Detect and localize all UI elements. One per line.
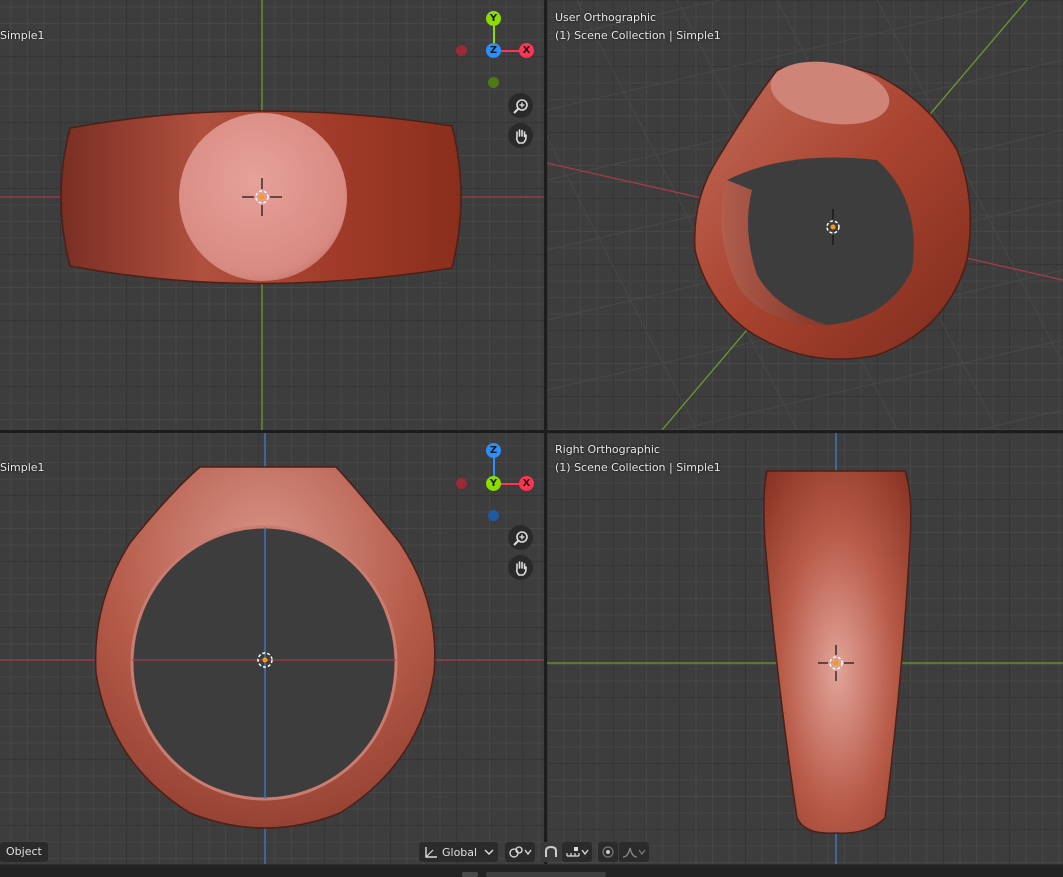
viewport-collection-label: (1) Scene Collection | Simple1 bbox=[555, 461, 721, 474]
ring-front-view bbox=[0, 0, 544, 430]
transform-orientation-label: Global bbox=[442, 845, 478, 859]
gizmo-x-axis[interactable]: X bbox=[519, 43, 534, 58]
snap-target-dropdown[interactable] bbox=[562, 842, 592, 862]
gizmo-neg-y[interactable] bbox=[488, 77, 499, 88]
gizmo-neg-x[interactable] bbox=[456, 478, 467, 489]
falloff-curve-icon bbox=[622, 847, 638, 858]
zoom-button[interactable] bbox=[508, 93, 533, 118]
link-icon bbox=[509, 846, 523, 858]
snap-magnet-icon bbox=[545, 845, 557, 857]
snap-increment-icon bbox=[566, 847, 580, 857]
gizmo-x-axis[interactable]: X bbox=[519, 476, 534, 491]
transform-orientation-dropdown[interactable]: Global bbox=[419, 842, 498, 862]
object-mode-dropdown[interactable]: Object bbox=[0, 842, 48, 862]
viewport-right-ortho[interactable]: Right Orthographic (1) Scene Collection … bbox=[547, 433, 1063, 864]
pivot-point-dropdown[interactable] bbox=[505, 842, 535, 862]
viewport-collection-label: (1) Scene Collection | Simple1 bbox=[555, 29, 721, 42]
gizmo-y-axis[interactable]: Y bbox=[486, 11, 501, 26]
pan-button[interactable] bbox=[508, 555, 533, 580]
gizmo-z-axis[interactable]: Z bbox=[486, 43, 501, 58]
proportional-edit-icon bbox=[602, 846, 614, 858]
gizmo-y-axis[interactable]: Y bbox=[486, 476, 501, 491]
viewport-object-label: Simple1 bbox=[0, 461, 45, 474]
zoom-icon bbox=[512, 98, 528, 114]
pan-button[interactable] bbox=[508, 123, 533, 148]
viewport-view-name: Right Orthographic bbox=[555, 443, 660, 456]
viewport-object-label: Simple1 bbox=[0, 29, 45, 42]
hand-pan-icon bbox=[515, 128, 527, 144]
gizmo-neg-z[interactable] bbox=[488, 510, 499, 521]
chevron-down-icon bbox=[484, 849, 494, 855]
ring-right-view bbox=[547, 433, 1063, 864]
transform-orientation-icon bbox=[425, 847, 437, 858]
hand-pan-icon bbox=[515, 560, 527, 576]
snap-toggle[interactable] bbox=[540, 842, 562, 862]
gizmo-z-axis[interactable]: Z bbox=[486, 443, 501, 458]
viewport-view-name: User Orthographic bbox=[555, 11, 657, 24]
ring-profile-view bbox=[0, 433, 544, 864]
proportional-falloff-dropdown[interactable] bbox=[619, 842, 649, 862]
ring-opening bbox=[130, 525, 398, 801]
gizmo-neg-x[interactable] bbox=[456, 45, 467, 56]
chevron-down-icon bbox=[581, 849, 589, 856]
chevron-down-icon bbox=[524, 849, 532, 856]
ring-side bbox=[763, 470, 912, 834]
ring-perspective-view bbox=[547, 0, 1063, 430]
viewport-front[interactable]: Simple1 Y Z X bbox=[0, 0, 544, 430]
viewport-front-ortho[interactable]: Simple1 Z Y X bbox=[0, 433, 544, 864]
zoom-button[interactable] bbox=[508, 525, 533, 550]
zoom-icon bbox=[512, 530, 528, 546]
timeline-header bbox=[0, 864, 1063, 877]
proportional-edit-toggle[interactable] bbox=[598, 842, 618, 862]
viewport-user-ortho[interactable]: User Orthographic (1) Scene Collection |… bbox=[547, 0, 1063, 430]
chevron-down-icon bbox=[638, 849, 646, 856]
